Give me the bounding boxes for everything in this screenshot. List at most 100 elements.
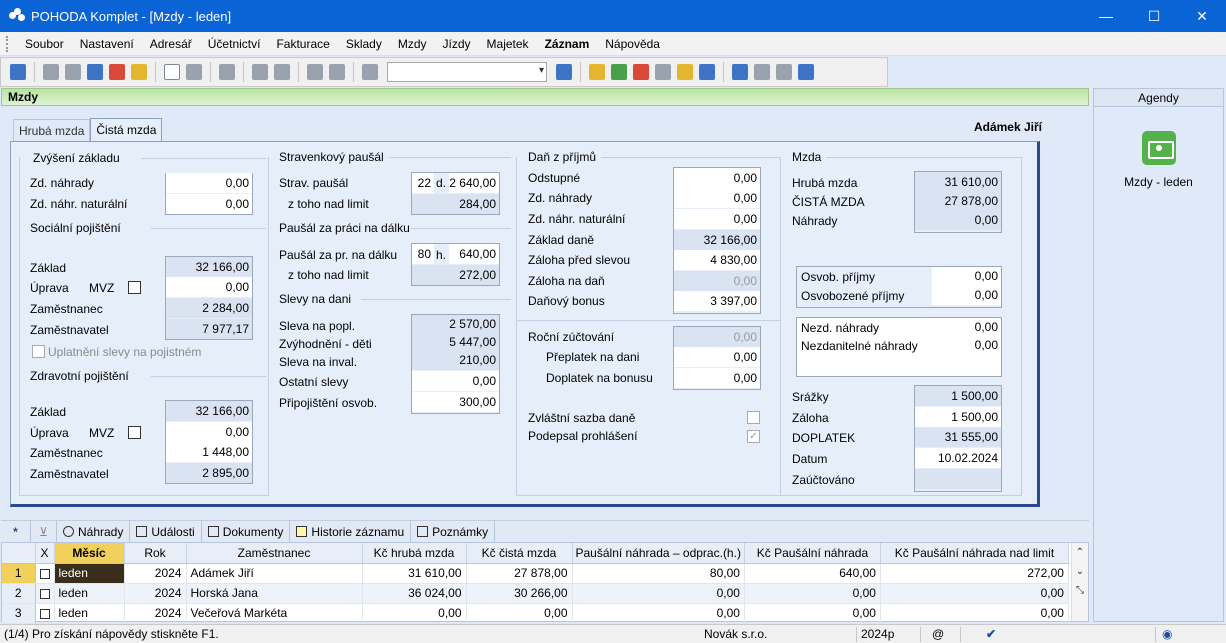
tab-nahrady[interactable]: Náhrady: [57, 520, 131, 543]
coins-icon[interactable]: [677, 64, 693, 80]
menu-mzdy[interactable]: Mzdy: [390, 37, 435, 51]
cell-pausal[interactable]: 0,00: [744, 583, 881, 604]
payroll-agenda-label[interactable]: Mzdy - leden: [1094, 175, 1223, 189]
cell-pausal[interactable]: 0,00: [744, 603, 881, 624]
input-zaloha[interactable]: 1 500,00: [915, 407, 1001, 427]
print-preview-icon[interactable]: [65, 64, 81, 80]
cell-hruba[interactable]: 36 024,00: [362, 583, 467, 604]
cell-cista[interactable]: 0,00: [466, 603, 573, 624]
tab-historie[interactable]: Historie záznamu: [290, 520, 412, 543]
input-danovy-bonus[interactable]: 3 397,00: [674, 291, 760, 311]
row-checkbox[interactable]: [35, 583, 55, 604]
input-odstupne[interactable]: 0,00: [674, 168, 760, 188]
calendar-icon[interactable]: [633, 64, 649, 80]
iban-icon[interactable]: [699, 64, 715, 80]
cell-mesic[interactable]: leden: [54, 583, 125, 604]
menu-fakturace[interactable]: Fakturace: [268, 37, 337, 51]
menu-jizdy[interactable]: Jízdy: [435, 37, 479, 51]
copy-icon[interactable]: [362, 64, 378, 80]
payroll-agenda-icon[interactable]: [1141, 131, 1176, 165]
row-checkbox[interactable]: [35, 563, 55, 584]
minimize-button[interactable]: —: [1082, 0, 1130, 32]
cell-cista[interactable]: 30 266,00: [466, 583, 573, 604]
menu-majetek[interactable]: Majetek: [479, 37, 537, 51]
tab-cista-mzda[interactable]: Čistá mzda: [90, 118, 163, 141]
checkbox-zvlastni-sazba[interactable]: [747, 411, 760, 424]
cell-odprac[interactable]: 0,00: [572, 603, 745, 624]
export-icon[interactable]: [131, 64, 147, 80]
column-header-cista[interactable]: Kč čistá mzda: [466, 543, 573, 564]
cell-cista[interactable]: 27 878,00: [466, 563, 573, 584]
payment-icon[interactable]: [611, 64, 627, 80]
column-header-nad-limit[interactable]: Kč Paušální náhrada nad limit: [880, 543, 1069, 564]
list-icon[interactable]: [754, 64, 770, 80]
tab-dokumenty[interactable]: Dokumenty: [202, 520, 291, 543]
tab-udalosti[interactable]: Události: [130, 520, 202, 543]
column-header-x[interactable]: X: [35, 543, 55, 564]
pdf-icon[interactable]: [109, 64, 125, 80]
gear-icon[interactable]: [274, 64, 290, 80]
save-all-icon[interactable]: [329, 64, 345, 80]
tab-filter[interactable]: ⊻: [31, 520, 57, 543]
quick-search-input[interactable]: [387, 62, 547, 82]
agenda-icon[interactable]: [10, 64, 26, 80]
calculator-icon[interactable]: [655, 64, 671, 80]
cell-nad-limit[interactable]: 0,00: [880, 603, 1069, 624]
new-record-icon[interactable]: [164, 64, 180, 80]
input-datum[interactable]: 10.02.2024: [915, 448, 1001, 468]
table-scrollbar[interactable]: ⌃ ⌄ ⤡: [1071, 543, 1088, 621]
menu-nastaveni[interactable]: Nastavení: [72, 37, 142, 51]
back-arrow-icon[interactable]: [252, 64, 268, 80]
row-checkbox[interactable]: [35, 603, 55, 624]
cell-hruba[interactable]: 31 610,00: [362, 563, 467, 584]
column-header-hruba[interactable]: Kč hrubá mzda: [362, 543, 467, 564]
tab-hruba-mzda[interactable]: Hrubá mzda: [13, 119, 91, 141]
cell-nad-limit[interactable]: 0,00: [880, 583, 1069, 604]
table-row[interactable]: 3 leden 2024 Večeřová Markéta 0,00 0,00 …: [2, 603, 1069, 624]
input-dan-zd-nahrady[interactable]: 0,00: [674, 188, 760, 208]
tab-star[interactable]: *: [1, 520, 31, 543]
input-preplatek[interactable]: 0,00: [674, 347, 760, 367]
cell-mesic[interactable]: leden: [54, 563, 125, 584]
cell-zamestnanec[interactable]: Večeřová Markéta: [186, 603, 363, 624]
menu-grip[interactable]: [6, 35, 9, 52]
column-header-rok[interactable]: Rok: [124, 543, 187, 564]
scroll-down-icon[interactable]: ⌄: [1072, 562, 1088, 581]
grid-icon[interactable]: [219, 64, 235, 80]
scroll-up-icon[interactable]: ⌃: [1072, 543, 1088, 562]
menu-soubor[interactable]: Soubor: [17, 37, 72, 51]
cell-pausal[interactable]: 640,00: [744, 563, 881, 584]
table-row[interactable]: 1 leden 2024 Adámek Jiří 31 610,00 27 87…: [2, 563, 1069, 584]
filter-icon[interactable]: [556, 64, 572, 80]
window-icon[interactable]: [776, 64, 792, 80]
input-doplatek-bonus[interactable]: 0,00: [674, 368, 760, 388]
cell-rok[interactable]: 2024: [124, 583, 187, 604]
cell-odprac[interactable]: 80,00: [572, 563, 745, 584]
cell-rok[interactable]: 2024: [124, 563, 187, 584]
tab-poznamky[interactable]: Poznámky: [411, 520, 496, 543]
cell-zamestnanec[interactable]: Horská Jana: [186, 583, 363, 604]
column-header-odprac[interactable]: Paušální náhrada – odprac.(h.): [572, 543, 745, 564]
save-icon[interactable]: [307, 64, 323, 80]
menu-adresar[interactable]: Adresář: [142, 37, 200, 51]
input-dan-zd-nahr-nat[interactable]: 0,00: [674, 209, 760, 229]
cell-nad-limit[interactable]: 272,00: [880, 563, 1069, 584]
scroll-collapse-icon[interactable]: ⤡: [1072, 581, 1088, 600]
menu-zaznam[interactable]: Záznam: [537, 37, 598, 51]
print-icon[interactable]: [43, 64, 59, 80]
help-icon[interactable]: [798, 64, 814, 80]
column-header-zamestnanec[interactable]: Zaměstnanec: [186, 543, 363, 564]
cell-rok[interactable]: 2024: [124, 603, 187, 624]
close-button[interactable]: ✕: [1178, 0, 1226, 32]
column-header-mesic[interactable]: Měsíc: [54, 543, 125, 564]
zoom-icon[interactable]: [87, 64, 103, 80]
menu-ucetnictvi[interactable]: Účetnictví: [200, 37, 269, 51]
menu-sklady[interactable]: Sklady: [338, 37, 390, 51]
checkbox-podepsal-prohlaseni[interactable]: ✓: [747, 430, 760, 443]
table-row[interactable]: 2 leden 2024 Horská Jana 36 024,00 30 26…: [2, 583, 1069, 604]
cell-mesic[interactable]: leden: [54, 603, 125, 624]
menu-napoveda[interactable]: Nápověda: [597, 37, 668, 51]
cell-hruba[interactable]: 0,00: [362, 603, 467, 624]
input-zaloha-pred-slevou[interactable]: 4 830,00: [674, 250, 760, 270]
cell-odprac[interactable]: 0,00: [572, 583, 745, 604]
